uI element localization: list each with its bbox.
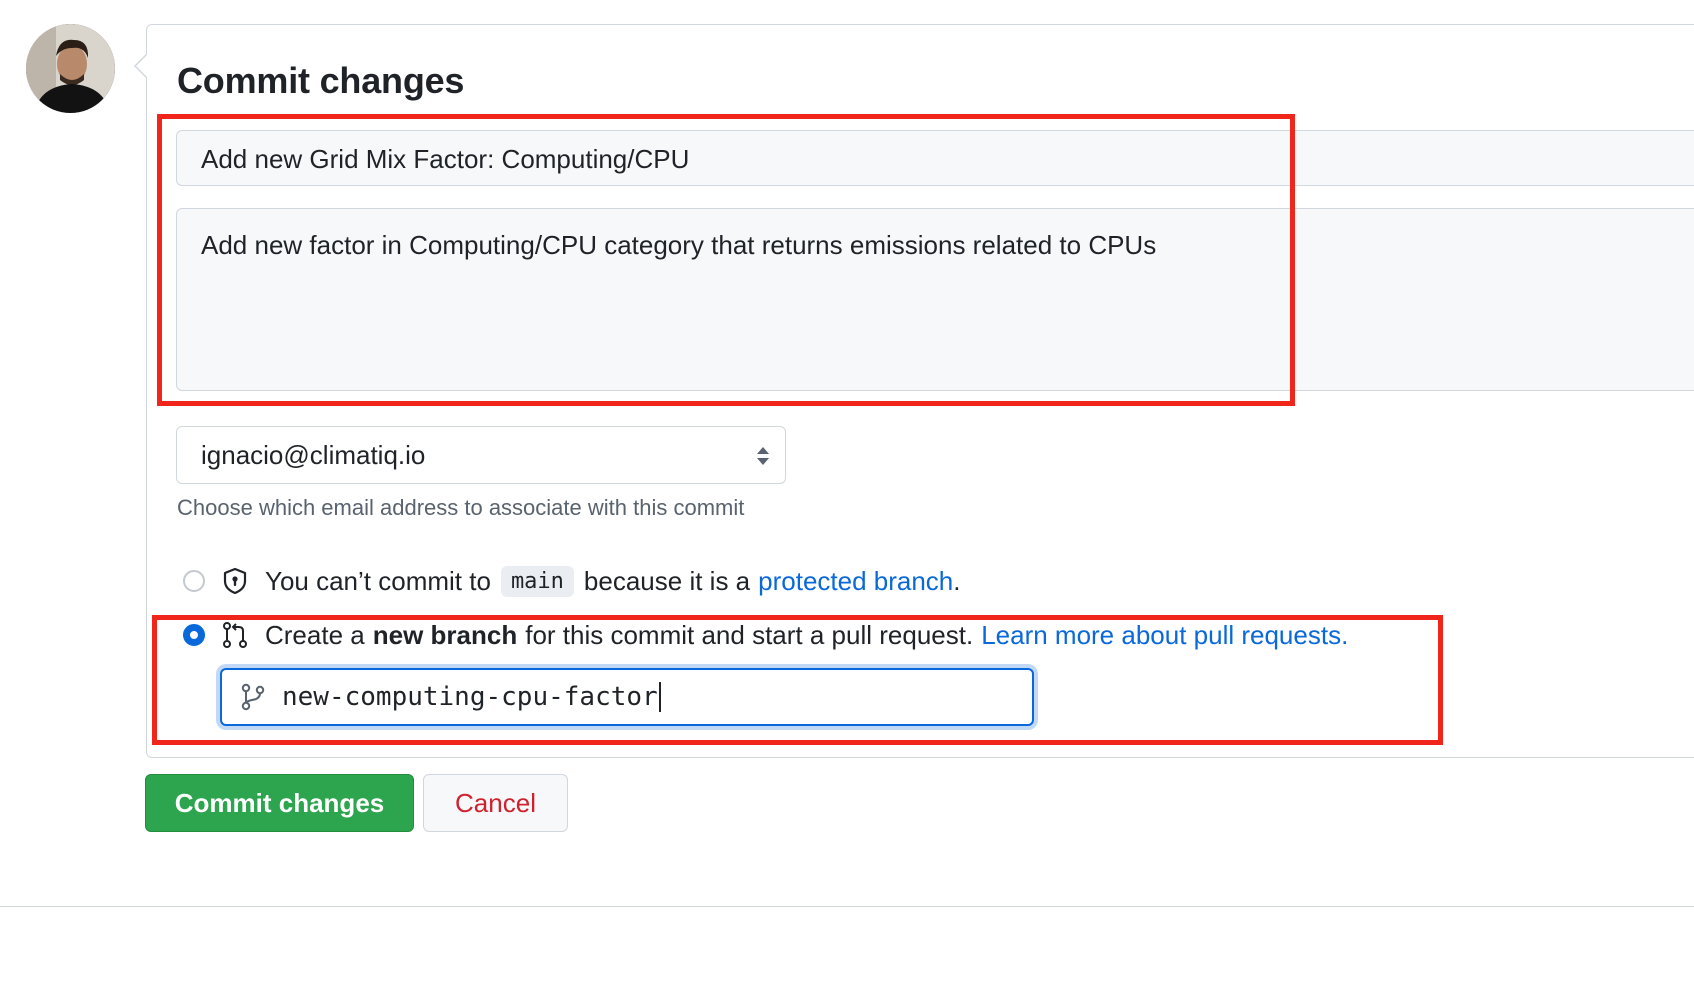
branch-name-chip: main — [500, 565, 574, 597]
select-arrows-icon — [757, 447, 769, 465]
pull-requests-learn-link[interactable]: Learn more about pull requests. — [981, 620, 1348, 651]
option-new-branch: Create a new branch for this commit and … — [183, 615, 1348, 655]
email-hint: Choose which email address to associate … — [177, 495, 745, 520]
option-direct-suffix: . — [953, 565, 961, 596]
git-branch-icon — [241, 683, 265, 711]
text-cursor — [658, 682, 661, 713]
commit-description-textarea[interactable]: Add new factor in Computing/CPU category… — [176, 208, 1694, 391]
option-new-bold: new branch — [372, 619, 518, 650]
option-direct-middle: because it is a — [583, 565, 751, 596]
commit-page: Commit changes Add new Grid Mix Factor: … — [0, 0, 1694, 992]
cancel-button[interactable]: Cancel — [423, 774, 568, 832]
panel-caret-fill — [136, 55, 147, 77]
user-avatar[interactable] — [26, 24, 115, 113]
shield-lock-icon — [223, 567, 247, 595]
git-pull-request-icon — [223, 622, 247, 648]
option-new-prefix: Create a — [265, 619, 365, 650]
radio-commit-direct[interactable] — [183, 570, 205, 592]
branch-name-value: new-computing-cpu-factor — [282, 681, 658, 712]
commit-changes-button[interactable]: Commit changes — [145, 774, 414, 832]
radio-new-branch[interactable] — [183, 624, 205, 646]
option-new-middle: for this commit and start a pull request… — [525, 619, 974, 650]
page-title: Commit changes — [177, 60, 465, 101]
option-commit-direct: You can’t commit to main because it is a… — [183, 561, 961, 601]
divider — [0, 906, 1694, 907]
new-branch-name-input[interactable]: new-computing-cpu-factor — [220, 668, 1034, 726]
option-direct-prefix: You can’t commit to — [265, 565, 491, 596]
protected-branch-link[interactable]: protected branch — [758, 566, 953, 597]
email-select-value: ignacio@climatiq.io — [201, 440, 426, 470]
commit-summary-input[interactable]: Add new Grid Mix Factor: Computing/CPU — [176, 130, 1694, 186]
email-select[interactable]: ignacio@climatiq.io — [176, 426, 786, 484]
